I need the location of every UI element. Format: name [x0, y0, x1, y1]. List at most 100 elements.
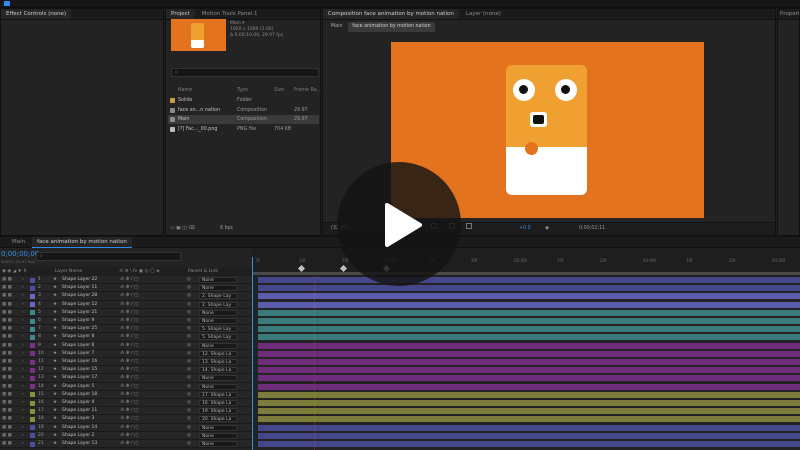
parent-dropdown[interactable]: 5. Shape Lay [199, 326, 237, 333]
label-color[interactable] [30, 433, 35, 439]
timeline-layer-row[interactable]: ■ ■ › 2 ★ Shape Layer 11 ⁂ ✻ / ▢ ◎ None [0, 284, 252, 293]
expand-arrow-icon[interactable]: › [22, 432, 24, 440]
label-color[interactable] [30, 310, 35, 316]
pickwhip-icon[interactable]: ◎ [187, 350, 191, 358]
layer-name[interactable]: Shape Layer 14 [62, 424, 97, 432]
label-color[interactable] [30, 425, 35, 431]
timeline-timecode[interactable]: 0;00;00;00 [1, 250, 39, 258]
visibility-icon[interactable]: ■ ■ [2, 333, 12, 341]
layer-name[interactable]: Shape Layer 2 [62, 432, 94, 440]
pickwhip-icon[interactable]: ◎ [187, 374, 191, 382]
layer-duration-bar[interactable] [258, 326, 800, 333]
timeline-layer-row[interactable]: ■ ■ › 4 ★ Shape Layer 12 ⁂ ✻ / ▢ ◎ 2. Shape Lay [0, 300, 252, 309]
layer-duration-bar[interactable] [258, 277, 800, 283]
layer-switches[interactable]: ⁂ ✻ / ▢ [120, 276, 138, 284]
timeline-layer-row[interactable]: ■ ■ › 16 ★ Shape Layer 4 ⁂ ✻ / ▢ ◎ 16. Shape La [0, 399, 252, 408]
column-size[interactable]: Size [274, 86, 284, 95]
expand-arrow-icon[interactable]: › [22, 301, 24, 309]
label-color[interactable] [30, 400, 35, 406]
layer-duration-bar[interactable] [258, 400, 800, 406]
timeline-layer-row[interactable]: ■ ■ › 8 ★ Shape Layer 8 ⁂ ✻ / ▢ ◎ 5. Shape Lay [0, 333, 252, 342]
project-item[interactable]: Solids Folder [168, 96, 319, 105]
expand-arrow-icon[interactable]: › [22, 407, 24, 415]
pickwhip-icon[interactable]: ◎ [187, 440, 191, 448]
parent-dropdown[interactable]: None [199, 383, 237, 390]
pickwhip-icon[interactable]: ◎ [187, 342, 191, 350]
column-parent-link[interactable]: Parent & Link [188, 267, 218, 276]
parent-dropdown[interactable]: 2. Shape Lay [199, 293, 237, 300]
pickwhip-icon[interactable]: ◎ [187, 276, 191, 284]
parent-dropdown[interactable]: None [199, 432, 237, 439]
timeline-layer-row[interactable]: ■ ■ › 15 ★ Shape Layer 18 ⁂ ✻ / ▢ ◎ 17. Shape L… [0, 390, 252, 399]
parent-dropdown[interactable]: 14. Shape La [199, 367, 237, 374]
parent-dropdown[interactable]: None [199, 277, 237, 283]
pickwhip-icon[interactable]: ◎ [187, 415, 191, 423]
project-item[interactable]: face an...n nation Composition 29.97 [168, 106, 319, 115]
label-color[interactable] [30, 384, 35, 390]
timeline-layer-row[interactable]: ■ ■ › 7 ★ Shape Layer 25 ⁂ ✻ / ▢ ◎ 5. Shape Lay [0, 325, 252, 334]
timeline-layer-row[interactable]: ■ ■ › 17 ★ Shape Layer 11 ⁂ ✻ / ▢ ◎ 19. Shape L… [0, 407, 252, 416]
label-color[interactable] [30, 343, 35, 349]
timeline-layer-row[interactable]: ■ ■ › 6 ★ Shape Layer 9 ⁂ ✻ / ▢ ◎ None [0, 317, 252, 326]
parent-dropdown[interactable]: None [199, 441, 237, 447]
layer-name[interactable]: Shape Layer 6 [62, 342, 94, 350]
layer-name[interactable]: Shape Layer 18 [62, 391, 97, 399]
timeline-layer-row[interactable]: ■ ■ › 11 ★ Shape Layer 16 ⁂ ✻ / ▢ ◎ 13. Shape L… [0, 358, 252, 367]
expand-arrow-icon[interactable]: › [22, 358, 24, 366]
layer-duration-bar[interactable] [258, 350, 800, 357]
label-color[interactable] [30, 367, 35, 373]
flow-face-animation[interactable]: face animation by motion nation [348, 22, 435, 32]
pickwhip-icon[interactable]: ◎ [187, 424, 191, 432]
layer-switches[interactable]: ⁂ ✻ / ▢ [120, 284, 138, 292]
parent-dropdown[interactable]: None [199, 375, 237, 382]
pickwhip-icon[interactable]: ◎ [187, 383, 191, 391]
layer-name[interactable]: Shape Layer 16 [62, 358, 97, 366]
label-color[interactable] [30, 302, 35, 308]
label-color[interactable] [30, 351, 35, 357]
timeline-layer-row[interactable]: ■ ■ › 14 ★ Shape Layer 5 ⁂ ✻ / ▢ ◎ None [0, 382, 252, 391]
label-color[interactable] [30, 392, 35, 398]
layer-switches[interactable]: ⁂ ✻ / ▢ [120, 317, 138, 325]
expand-arrow-icon[interactable]: › [22, 284, 24, 292]
visibility-icon[interactable]: ■ ■ [2, 399, 12, 407]
visibility-icon[interactable]: ■ ■ [2, 276, 12, 284]
layer-duration-bar[interactable] [258, 391, 800, 398]
timeline-layer-row[interactable]: ■ ■ › 12 ★ Shape Layer 15 ⁂ ✻ / ▢ ◎ 14. Shape L… [0, 366, 252, 375]
project-item[interactable]: Main Composition 29.97 [168, 115, 319, 124]
column-layer-name[interactable]: Layer Name [55, 267, 82, 276]
layer-name[interactable]: Shape Layer 4 [62, 399, 94, 407]
layer-name[interactable]: Shape Layer 8 [62, 333, 94, 341]
layer-duration-bar[interactable] [258, 375, 800, 382]
layer-switches[interactable]: ⁂ ✻ / ▢ [120, 350, 138, 358]
pickwhip-icon[interactable]: ◎ [187, 391, 191, 399]
expand-arrow-icon[interactable]: › [22, 415, 24, 423]
expand-arrow-icon[interactable]: › [22, 350, 24, 358]
parent-dropdown[interactable]: None [199, 318, 237, 324]
expand-arrow-icon[interactable]: › [22, 317, 24, 325]
project-item[interactable]: [?] Fac..._00.png PNG file 704 KB [168, 125, 319, 134]
label-color[interactable] [30, 441, 35, 447]
layer-name[interactable]: Shape Layer 3 [62, 415, 94, 423]
visibility-icon[interactable]: ■ ■ [2, 391, 12, 399]
work-area-bar[interactable] [252, 272, 800, 275]
timeline-layer-row[interactable]: ■ ■ › 13 ★ Shape Layer 17 ⁂ ✻ / ▢ ◎ None [0, 374, 252, 383]
visibility-icon[interactable]: ■ ■ [2, 440, 12, 448]
layer-name[interactable]: Shape Layer 7 [62, 350, 94, 358]
layer-name[interactable]: Shape Layer 11 [62, 284, 97, 292]
timeline-layer-row[interactable]: ■ ■ › 21 ★ Shape Layer 13 ⁂ ✻ / ▢ ◎ None [0, 440, 252, 449]
tab-layer[interactable]: Layer (none) [461, 9, 506, 19]
expand-arrow-icon[interactable]: › [22, 325, 24, 333]
expand-arrow-icon[interactable]: › [22, 374, 24, 382]
layer-duration-bar[interactable] [258, 359, 800, 365]
current-time-indicator[interactable] [252, 257, 253, 450]
pickwhip-icon[interactable]: ◎ [187, 399, 191, 407]
tab-timeline-main[interactable]: Main [0, 237, 30, 248]
layer-switches[interactable]: ⁂ ✻ / ▢ [120, 399, 138, 407]
expand-arrow-icon[interactable]: › [22, 383, 24, 391]
column-type[interactable]: Type [237, 86, 248, 95]
layer-name[interactable]: Shape Layer 12 [62, 301, 97, 309]
label-color[interactable] [30, 285, 35, 291]
camera-icon[interactable]: ◉ [545, 223, 549, 235]
visibility-icon[interactable]: ■ ■ [2, 358, 12, 366]
exposure-value[interactable]: +0.0 [519, 223, 531, 235]
